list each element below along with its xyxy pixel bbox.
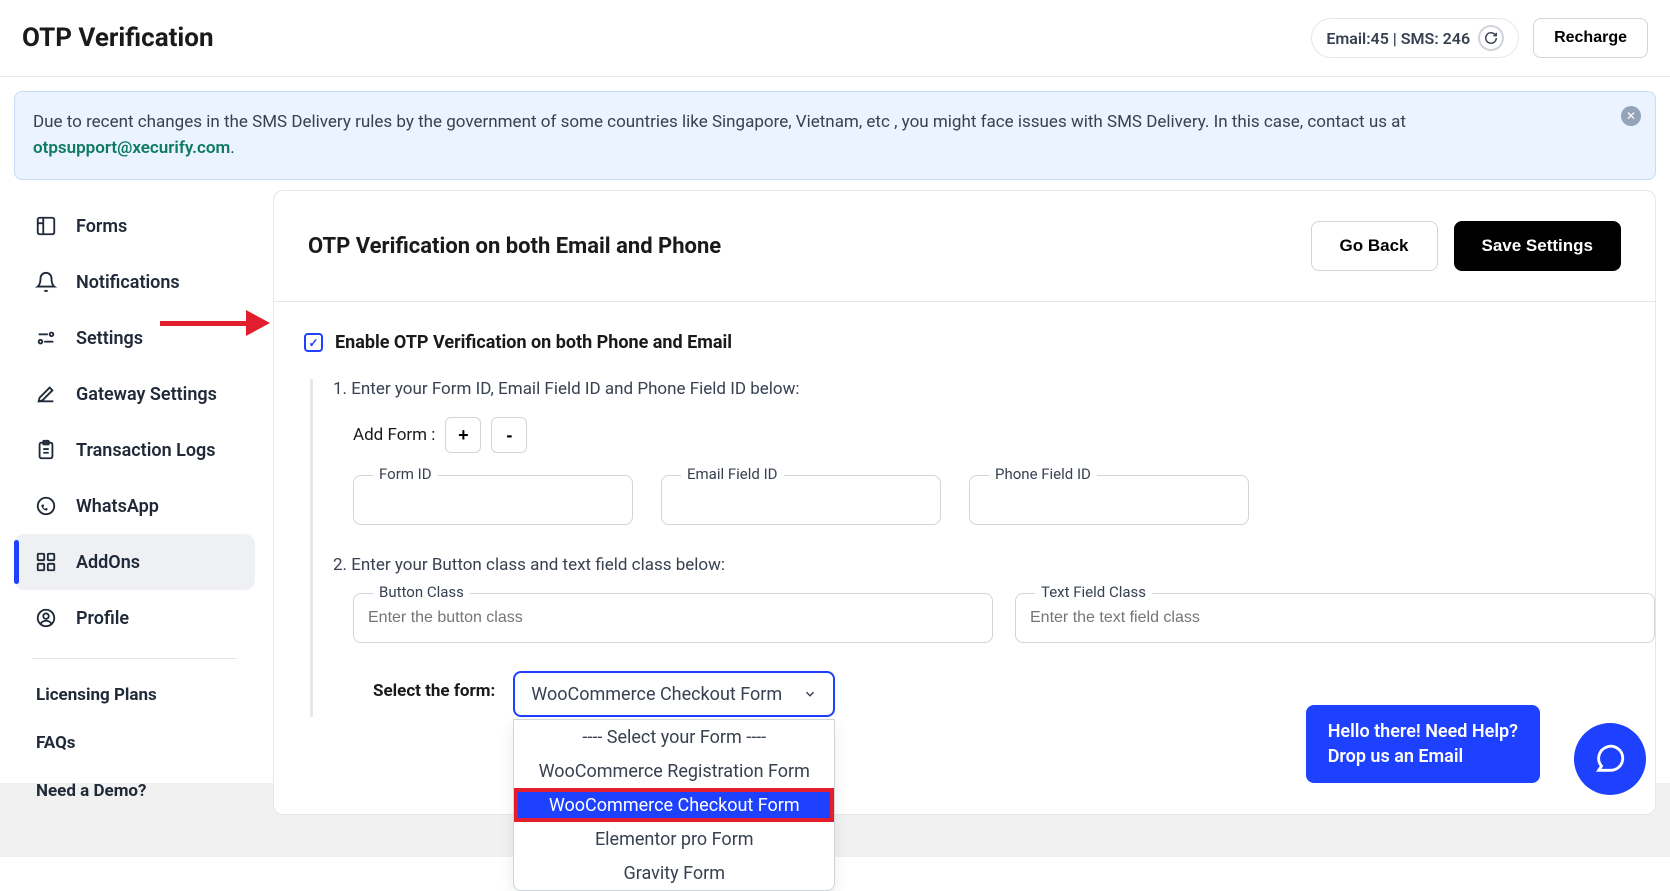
quota-text: Email:45 | SMS: 246 (1326, 29, 1470, 48)
chevron-down-icon (803, 687, 817, 701)
class-fields-row: Button Class Text Field Class (353, 593, 1655, 643)
button-class-group: Button Class (353, 593, 993, 643)
sidebar-item-label: Profile (76, 608, 129, 629)
enable-otp-row: ✓ Enable OTP Verification on both Phone … (304, 332, 1655, 353)
step2-label: 2. Enter your Button class and text fiel… (333, 555, 1655, 575)
sidebar-item-label: Settings (76, 328, 143, 349)
help-line2: Drop us an Email (1328, 744, 1518, 769)
sms-delivery-notice: Due to recent changes in the SMS Deliver… (14, 91, 1656, 180)
sidebar-item-label: Gateway Settings (76, 384, 217, 405)
pen-icon (34, 382, 58, 406)
notice-period: . (230, 138, 234, 158)
button-class-label: Button Class (373, 583, 470, 601)
add-form-row: Add Form : + - (353, 417, 1655, 453)
sidebar-item-gateway-settings[interactable]: Gateway Settings (14, 366, 255, 422)
form-select-value: WooCommerce Checkout Form (531, 684, 782, 705)
header-right: Email:45 | SMS: 246 Recharge (1311, 18, 1648, 58)
sidebar-item-label: AddOns (76, 552, 140, 573)
id-fields-row: Form ID Email Field ID Phone Field ID (353, 475, 1655, 525)
notice-email-link[interactable]: otpsupport@xecurify.com (33, 138, 230, 158)
sidebar-separator (32, 658, 237, 659)
panel-title: OTP Verification on both Email and Phone (308, 234, 721, 259)
page-header: OTP Verification Email:45 | SMS: 246 Rec… (0, 0, 1670, 77)
help-bubble[interactable]: Hello there! Need Help? Drop us an Email (1306, 705, 1540, 783)
chat-icon (1593, 742, 1627, 776)
text-field-class-label: Text Field Class (1035, 583, 1152, 601)
form-option-wc-registration[interactable]: WooCommerce Registration Form (514, 754, 834, 788)
sidebar-item-notifications[interactable]: Notifications (14, 254, 255, 310)
form-id-group: Form ID (353, 475, 633, 525)
form-option-gravity[interactable]: Gravity Form (514, 856, 834, 890)
sliders-icon (34, 326, 58, 350)
help-fab-button[interactable] (1574, 723, 1646, 795)
whatsapp-icon (34, 494, 58, 518)
phone-field-id-label: Phone Field ID (989, 465, 1097, 483)
email-field-id-group: Email Field ID (661, 475, 941, 525)
form-option-wc-checkout[interactable]: WooCommerce Checkout Form (514, 788, 834, 822)
sidebar-item-label: WhatsApp (76, 496, 159, 517)
form-option-placeholder[interactable]: ---- Select your Form ---- (514, 720, 834, 754)
add-form-minus-button[interactable]: - (491, 417, 527, 453)
bell-icon (34, 270, 58, 294)
step1-label: 1. Enter your Form ID, Email Field ID an… (333, 379, 1655, 399)
add-form-plus-button[interactable]: + (445, 417, 481, 453)
user-icon (34, 606, 58, 630)
email-field-id-label: Email Field ID (681, 465, 784, 483)
sidebar-item-addons[interactable]: AddOns (14, 534, 255, 590)
sidebar-item-whatsapp[interactable]: WhatsApp (14, 478, 255, 534)
annotation-arrow (160, 310, 270, 336)
form-option-elementor[interactable]: Elementor pro Form (514, 822, 834, 856)
sidebar-link-faqs[interactable]: FAQs (14, 719, 255, 767)
steps-container: 1. Enter your Form ID, Email Field ID an… (310, 379, 1655, 717)
form-id-label: Form ID (373, 465, 438, 483)
sidebar-item-label: Forms (76, 216, 127, 237)
recharge-button[interactable]: Recharge (1533, 18, 1648, 58)
go-back-button[interactable]: Go Back (1311, 221, 1438, 271)
sidebar-item-label: Transaction Logs (76, 440, 216, 461)
close-icon[interactable]: ✕ (1621, 106, 1641, 126)
select-form-box: WooCommerce Checkout Form ---- Select yo… (513, 671, 835, 717)
sidebar-item-forms[interactable]: Forms (14, 198, 255, 254)
sidebar: Forms Notifications Settings Gateway Set… (14, 190, 255, 815)
quota-badge: Email:45 | SMS: 246 (1311, 18, 1519, 58)
text-field-class-group: Text Field Class (1015, 593, 1655, 643)
forms-icon (34, 214, 58, 238)
select-form-label: Select the form: (373, 671, 495, 701)
sidebar-link-licensing[interactable]: Licensing Plans (14, 671, 255, 719)
panel-head-buttons: Go Back Save Settings (1311, 221, 1621, 271)
enable-otp-label: Enable OTP Verification on both Phone an… (335, 332, 732, 353)
sidebar-item-profile[interactable]: Profile (14, 590, 255, 646)
form-select[interactable]: WooCommerce Checkout Form (513, 671, 835, 717)
clipboard-icon (34, 438, 58, 462)
save-settings-button[interactable]: Save Settings (1454, 221, 1622, 271)
sidebar-item-transaction-logs[interactable]: Transaction Logs (14, 422, 255, 478)
form-select-dropdown: ---- Select your Form ---- WooCommerce R… (513, 719, 835, 891)
sidebar-link-demo[interactable]: Need a Demo? (14, 767, 255, 815)
help-line1: Hello there! Need Help? (1328, 719, 1518, 744)
phone-field-id-group: Phone Field ID (969, 475, 1249, 525)
enable-otp-checkbox[interactable]: ✓ (304, 333, 323, 352)
sidebar-item-label: Notifications (76, 272, 180, 293)
refresh-icon[interactable] (1478, 25, 1504, 51)
panel-body: ✓ Enable OTP Verification on both Phone … (274, 302, 1655, 747)
notice-text: Due to recent changes in the SMS Deliver… (33, 112, 1406, 132)
add-form-label: Add Form : (353, 425, 435, 445)
page-title: OTP Verification (22, 23, 214, 53)
panel-header: OTP Verification on both Email and Phone… (274, 191, 1655, 302)
grid-icon (34, 550, 58, 574)
